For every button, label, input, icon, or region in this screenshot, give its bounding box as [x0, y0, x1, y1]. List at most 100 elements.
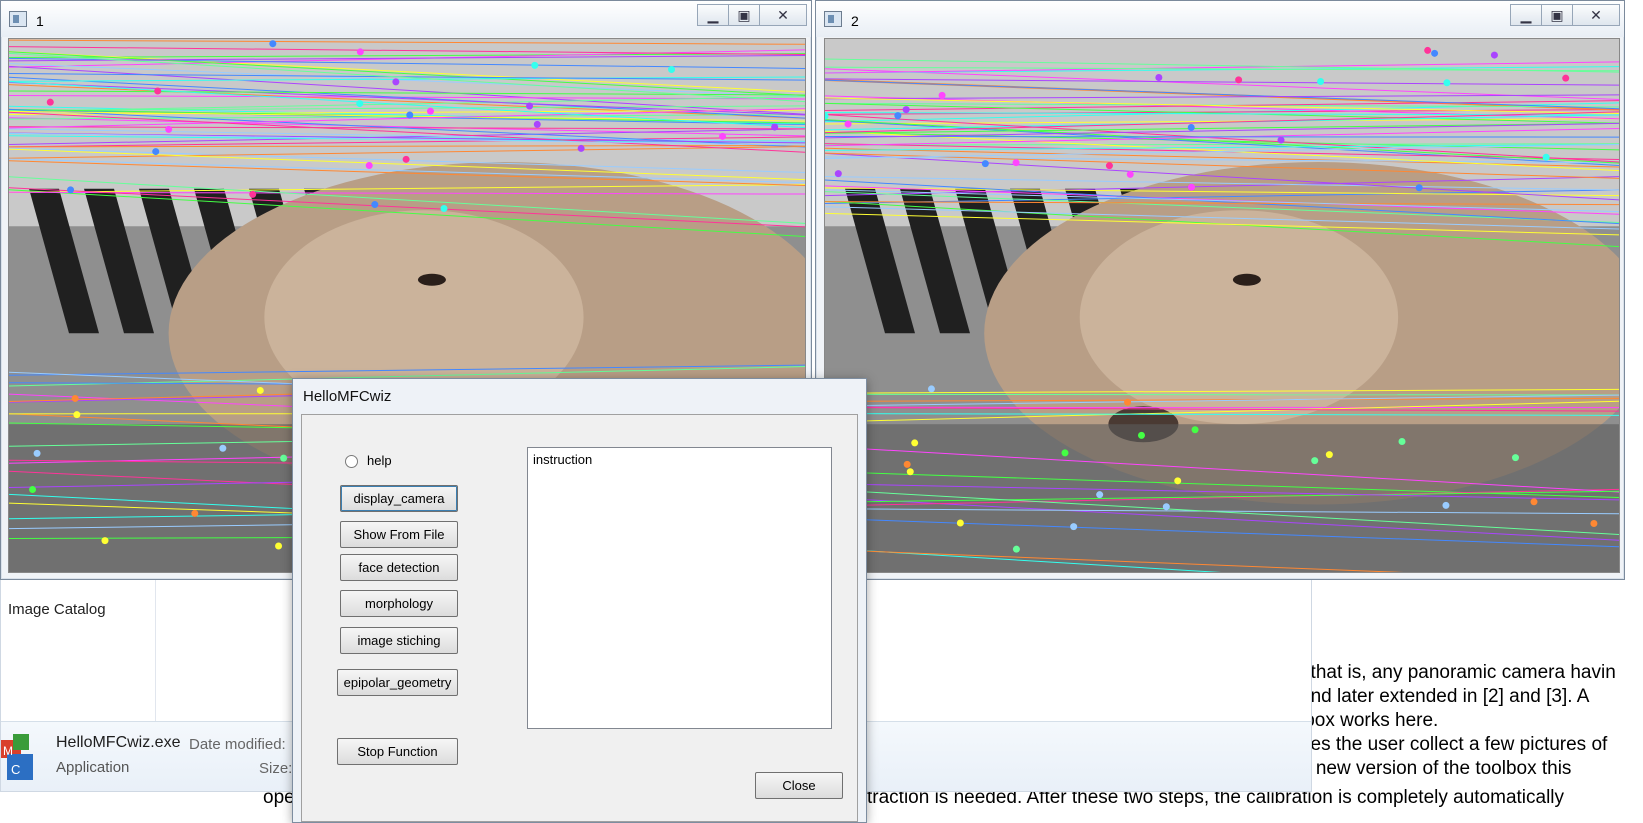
feature-point — [531, 61, 539, 69]
file-type: Application — [56, 759, 130, 776]
dialog-title: HelloMFCwiz — [303, 388, 392, 405]
window-title: 2 — [851, 13, 859, 29]
feature-point — [1415, 184, 1423, 192]
feature-point — [101, 537, 109, 545]
date-modified-label: Date modified: — [189, 736, 286, 753]
help-radio[interactable] — [345, 455, 358, 468]
feature-point — [356, 48, 364, 56]
feature-point — [1061, 449, 1069, 457]
image-view-2 — [824, 38, 1620, 573]
epipolar-geometry-button[interactable]: epipolar_geometry — [337, 669, 458, 696]
feature-point — [249, 190, 257, 198]
feature-point — [154, 87, 162, 95]
feature-point — [1530, 498, 1538, 506]
svg-text:C: C — [11, 762, 20, 777]
image-window-2[interactable]: 2 ▁ ▣ ✕ — [815, 0, 1625, 580]
feature-point — [1490, 51, 1498, 59]
show-from-file-button[interactable]: Show From File — [340, 521, 458, 548]
window-app-icon — [824, 11, 842, 27]
epipolar-line — [825, 393, 1619, 396]
feature-point — [1398, 438, 1406, 446]
document-line-5: e new version of the toolbox this — [1300, 758, 1572, 779]
desktop: , that is, any panoramic camera havin an… — [0, 0, 1643, 823]
size-label: Size: — [259, 760, 293, 777]
instruction-textbox[interactable]: instruction — [527, 447, 832, 729]
feature-point — [269, 40, 277, 48]
dog-eye — [417, 273, 446, 286]
epipolar-line — [825, 135, 1619, 138]
feature-point — [280, 454, 288, 462]
feature-point — [844, 120, 852, 128]
help-radio-label[interactable]: help — [367, 453, 392, 468]
feature-point — [73, 411, 81, 419]
feature-point — [29, 486, 37, 494]
feature-point — [275, 542, 283, 550]
feature-point — [719, 132, 727, 140]
feature-point — [219, 444, 227, 452]
close-dialog-button[interactable]: Close — [755, 772, 843, 799]
document-line-3: lbox works here. — [1300, 710, 1439, 731]
dialog-client-area: help display_camera Show From File face … — [301, 414, 858, 822]
feature-point — [1590, 519, 1598, 527]
feature-point — [834, 170, 842, 178]
document-line-1: , that is, any panoramic camera havin — [1300, 662, 1616, 683]
feature-point — [894, 112, 902, 120]
feature-point — [1317, 77, 1325, 85]
feature-point — [67, 186, 75, 194]
window-titlebar[interactable]: 1 ▁ ▣ ✕ — [1, 1, 811, 37]
feature-point — [1325, 451, 1333, 459]
feature-point — [152, 148, 160, 156]
feature-point — [1311, 457, 1319, 465]
feature-point — [440, 204, 448, 212]
feature-point — [1105, 162, 1113, 170]
feature-point — [1187, 123, 1195, 131]
window-titlebar[interactable]: 2 ▁ ▣ ✕ — [816, 1, 1624, 37]
feature-point — [371, 201, 379, 209]
feature-point — [927, 385, 935, 393]
window-controls: ▁ ▣ ✕ — [1510, 4, 1620, 28]
feature-point — [1235, 76, 1243, 84]
minimize-button[interactable]: ▁ — [1510, 4, 1542, 26]
blanket-bottom — [825, 424, 1619, 572]
maximize-button[interactable]: ▣ — [728, 4, 760, 26]
window-title: 1 — [36, 13, 44, 29]
morphology-button[interactable]: morphology — [340, 590, 458, 617]
image-stiching-button[interactable]: image stiching — [340, 627, 458, 654]
feature-point — [1137, 431, 1145, 439]
feature-point — [981, 160, 989, 168]
feature-point — [71, 394, 79, 402]
feature-point — [771, 123, 779, 131]
sidebar-item-image-catalog[interactable]: Image Catalog — [8, 601, 106, 618]
face-detection-button[interactable]: face detection — [340, 554, 458, 581]
feature-point — [903, 460, 911, 468]
close-button[interactable]: ✕ — [1572, 4, 1620, 26]
feature-point — [46, 98, 54, 106]
feature-point — [1126, 170, 1134, 178]
feature-point — [526, 102, 534, 110]
feature-point — [1096, 491, 1104, 499]
feature-point — [165, 125, 173, 133]
feature-point — [1012, 545, 1020, 553]
feature-point — [402, 155, 410, 163]
close-button[interactable]: ✕ — [759, 4, 807, 26]
feature-point — [911, 439, 919, 447]
display-camera-button[interactable]: display_camera — [340, 485, 458, 512]
maximize-button[interactable]: ▣ — [1541, 4, 1573, 26]
minimize-button[interactable]: ▁ — [697, 4, 729, 26]
window-controls: ▁ ▣ ✕ — [697, 4, 807, 28]
feature-point — [938, 91, 946, 99]
dog-eye — [1232, 273, 1261, 286]
feature-point — [256, 386, 264, 394]
feature-point — [1542, 153, 1550, 161]
file-name: HelloMFCwiz.exe — [56, 734, 181, 751]
feature-point — [392, 78, 400, 86]
feature-point — [356, 100, 364, 108]
feature-point — [956, 519, 964, 527]
feature-point — [577, 144, 585, 152]
stop-function-button[interactable]: Stop Function — [337, 738, 458, 765]
document-line-4: ires the user collect a few pictures of — [1300, 734, 1608, 755]
feature-point — [406, 111, 414, 119]
feature-point — [1191, 426, 1199, 434]
application-file-icon: M C — [1, 730, 35, 784]
feature-point — [1162, 503, 1170, 511]
